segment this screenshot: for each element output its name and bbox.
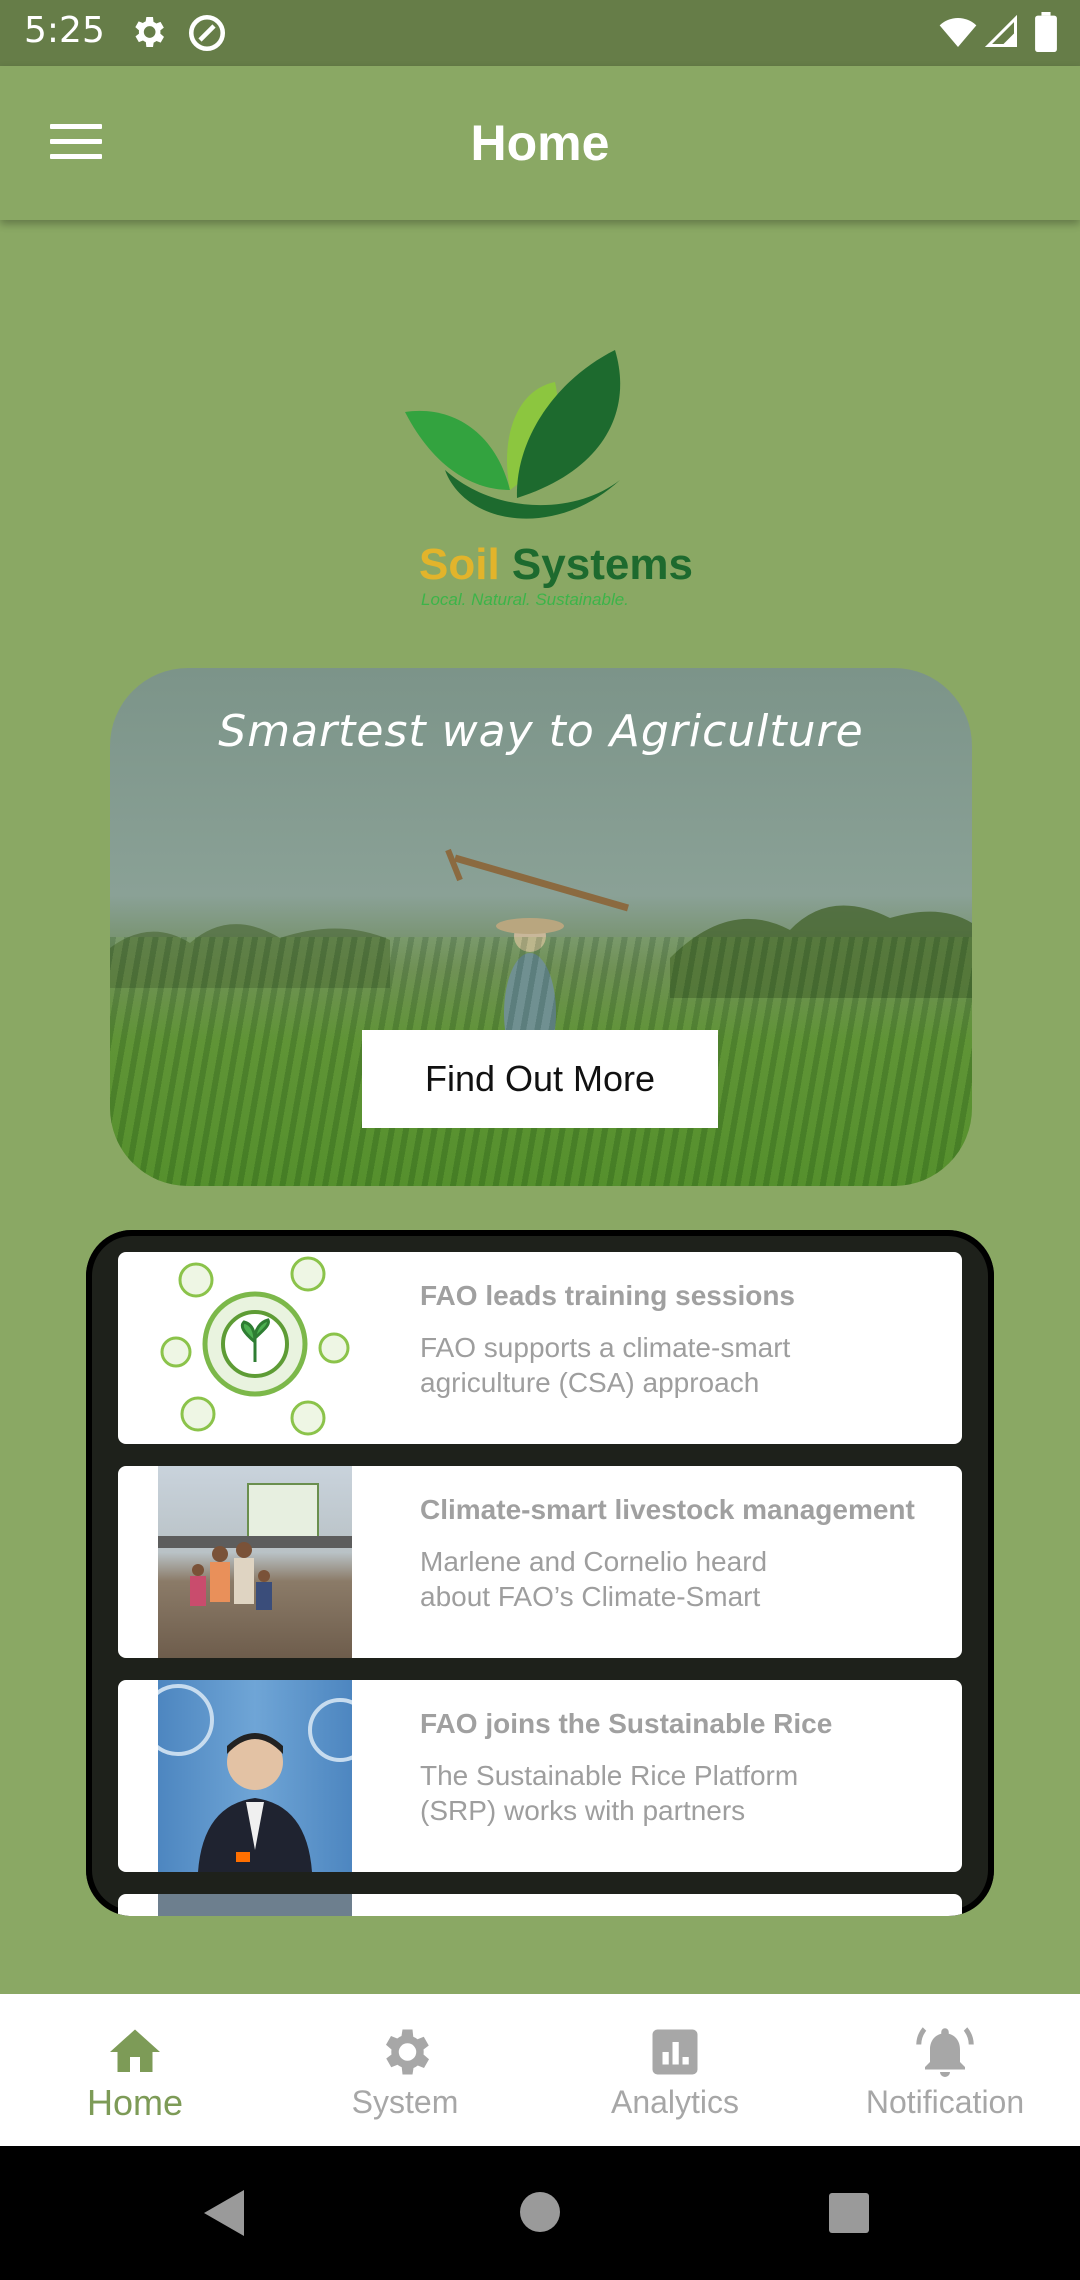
page-title: Home	[470, 115, 610, 171]
nav-system[interactable]: System	[270, 1994, 540, 2146]
nav-system-label: System	[351, 2084, 459, 2120]
battery-icon	[1035, 12, 1057, 52]
bottom-navigation: Home System Analytics Notification	[0, 1994, 1080, 2146]
news-thumbnail-3	[158, 1680, 352, 1872]
news-thumbnail-2	[158, 1466, 352, 1658]
news-description-3: The Sustainable Rice Platform (SRP) work…	[420, 1760, 799, 1826]
news-card-3[interactable]: FAO joins the Sustainable Rice The Susta…	[118, 1680, 962, 1872]
brand-name: Soil Systems	[419, 540, 693, 590]
nav-notification[interactable]: Notification	[810, 1994, 1080, 2146]
hero-banner: Smartest way to Agriculture Find Out Mor…	[110, 668, 972, 1186]
nav-analytics-label: Analytics	[610, 2084, 740, 2120]
at-sign-icon	[188, 14, 226, 52]
find-out-more-button[interactable]: Find Out More	[362, 1030, 718, 1128]
gear-icon	[386, 2029, 429, 2075]
news-card-partial[interactable]	[118, 1894, 962, 1916]
settings-status-icon	[135, 17, 164, 47]
news-description-1: FAO supports a climate-smart agriculture…	[420, 1332, 791, 1398]
brand-first-word: Soil	[419, 540, 500, 589]
recents-icon[interactable]	[829, 2193, 869, 2233]
news-card-2[interactable]: Climate-smart livestock management Marle…	[118, 1466, 962, 1658]
app-bar: Home	[0, 66, 1080, 220]
app-logo: Soil Systems Local. Natural. Sustainable…	[405, 350, 693, 610]
farmers-photo-illustration	[158, 1483, 352, 1610]
nav-notification-label: Notification	[865, 2084, 1025, 2120]
analytics-icon	[652, 2029, 698, 2075]
wifi-icon	[939, 18, 977, 47]
news-card-1[interactable]: FAO leads training sessions FAO supports…	[118, 1252, 962, 1444]
news-description-2: Marlene and Cornelio heard about FAO’s C…	[420, 1546, 768, 1612]
news-title-3: FAO joins the Sustainable Rice	[420, 1708, 833, 1739]
status-time: 5:25	[24, 10, 105, 51]
home-icon	[110, 2029, 160, 2072]
hero-headline: Smartest way to Agriculture	[218, 706, 864, 757]
speaker-photo-illustration	[158, 1684, 352, 1872]
brand-second-word: Systems	[511, 540, 693, 589]
nav-home[interactable]: Home	[0, 1994, 270, 2146]
home-circle-icon[interactable]	[520, 2192, 560, 2232]
news-list[interactable]: FAO leads training sessions FAO supports…	[86, 1230, 994, 1916]
bell-icon	[916, 2027, 974, 2077]
news-thumbnail-1	[158, 1252, 352, 1444]
status-bar: 5:25	[0, 0, 1080, 66]
brand-tagline: Local. Natural. Sustainable.	[421, 590, 629, 609]
nav-analytics[interactable]: Analytics	[540, 1994, 810, 2146]
news-title-1: FAO leads training sessions	[420, 1280, 796, 1311]
system-navigation-bar	[0, 2146, 1080, 2280]
nav-home-label: Home	[86, 2082, 184, 2123]
leaves-logo-icon	[405, 350, 621, 519]
climate-icons-illustration	[160, 1256, 350, 1436]
news-title-2: Climate-smart livestock management	[420, 1494, 915, 1525]
signal-icon	[984, 14, 1017, 47]
back-icon[interactable]	[204, 2190, 244, 2236]
news-thumbnail-partial	[158, 1894, 352, 1916]
